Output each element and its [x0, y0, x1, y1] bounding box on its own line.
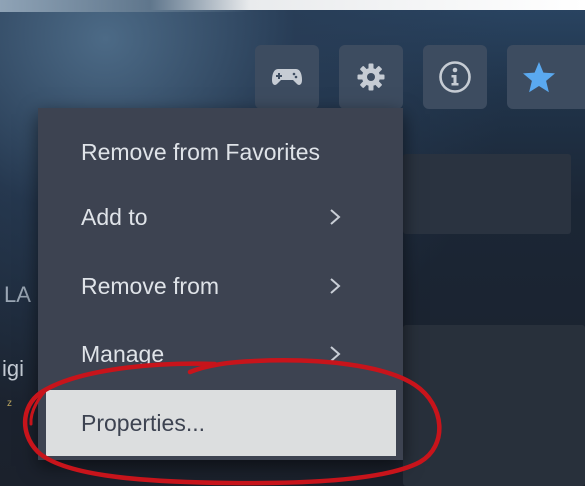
menu-item-label: Add to — [81, 203, 148, 230]
background-panel — [403, 325, 585, 486]
chevron-right-icon — [330, 346, 341, 362]
background-text-fragment: LA — [4, 282, 31, 307]
menu-item-manage[interactable]: Manage — [38, 324, 403, 384]
settings-button[interactable] — [339, 45, 403, 109]
controller-icon — [272, 69, 302, 85]
menu-item-remove-from[interactable]: Remove from — [38, 256, 403, 316]
header-image-strip — [0, 0, 585, 12]
menu-item-label: Remove from Favorites — [81, 138, 321, 165]
chevron-right-icon — [330, 209, 341, 225]
background-text-fragment: igi — [2, 356, 25, 381]
info-button[interactable] — [423, 45, 487, 109]
menu-item-add-to[interactable]: Add to — [38, 187, 403, 247]
menu-item-properties[interactable]: Properties... — [46, 390, 396, 456]
menu-item-remove-from-favorites[interactable]: Remove from Favorites — [38, 122, 403, 182]
info-icon — [439, 61, 471, 93]
gear-icon — [357, 63, 385, 91]
controller-button[interactable] — [255, 45, 319, 109]
context-menu: Remove from Favorites Add to Remove from… — [38, 108, 403, 460]
favorite-button[interactable] — [507, 45, 585, 109]
menu-item-label: Properties... — [81, 409, 205, 436]
background-text-fragment: z — [7, 398, 12, 409]
star-icon — [523, 62, 555, 93]
menu-item-label: Manage — [81, 340, 165, 367]
menu-item-label: Remove from — [81, 272, 220, 299]
header-image-blur — [0, 0, 250, 12]
chevron-right-icon — [330, 278, 341, 294]
background-panel — [403, 154, 571, 234]
